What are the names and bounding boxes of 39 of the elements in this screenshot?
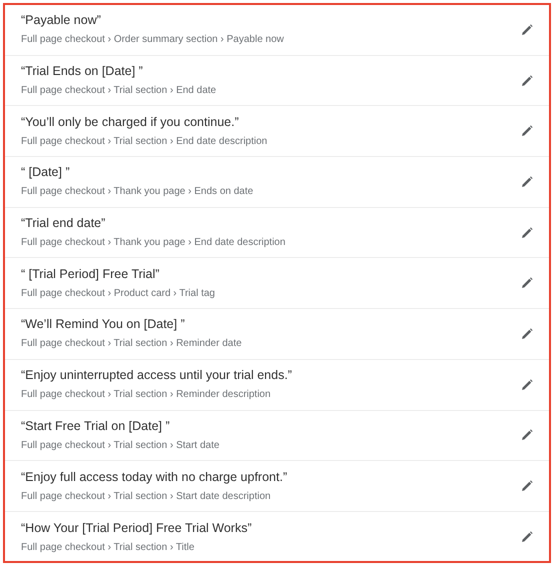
breadcrumb-path: Full page checkout › Thank you page › Ends on date <box>21 186 254 198</box>
translation-text: “Payable now” <box>21 13 102 28</box>
breadcrumb-path: Full page checkout › Trial section › End date description <box>21 136 268 148</box>
translation-text: “Trial Ends on [Date] ” <box>21 64 144 80</box>
edit-button[interactable] <box>519 22 535 38</box>
edit-button[interactable] <box>519 72 535 89</box>
pencil-icon <box>521 176 533 188</box>
translation-text: “Trial end date” <box>21 216 106 232</box>
translation-text: “Enjoy uninterrupted access until your trial ends.” <box>21 368 292 384</box>
translation-text: “You’ll only be charged if you continue.” <box>21 114 240 130</box>
edit-button[interactable] <box>519 376 535 393</box>
pencil-icon <box>521 429 533 442</box>
edit-button[interactable] <box>519 224 535 241</box>
pencil-icon <box>521 328 533 340</box>
translation-text: “How Your [Trial Period] Free Trial Works” <box>21 520 252 536</box>
translation-text: “ [Trial Period] Free Trial” <box>21 266 160 282</box>
breadcrumb-path: Full page checkout › Thank you page › End date description <box>21 237 286 250</box>
pencil-icon <box>521 226 533 239</box>
breadcrumb-path: Full page checkout › Trial section › Title <box>21 542 196 554</box>
breadcrumb-path: Full page checkout › Trial section › Reminder description <box>21 389 272 402</box>
pencil-icon <box>521 125 533 138</box>
breadcrumb-path: Full page checkout › Trial section › Start date <box>21 440 220 452</box>
translation-text: “Start Free Trial on [Date] ” <box>21 418 171 434</box>
pencil-icon <box>521 480 533 492</box>
translation-text: “Enjoy full access today with no charge upfront.” <box>21 470 288 485</box>
pencil-icon <box>521 277 533 290</box>
breadcrumb-path: Full page checkout › Product card › Trial tag <box>21 288 215 300</box>
pencil-icon <box>521 74 533 87</box>
translation-text: “ [Date] ” <box>21 165 71 180</box>
breadcrumb-path: Full page checkout › Order summary section › Payable now <box>21 34 284 46</box>
translation-text: “We’ll Remind You on [Date] ” <box>21 317 186 332</box>
pencil-icon <box>521 24 533 36</box>
breadcrumb-path: Full page checkout › Trial section › End date <box>21 85 216 98</box>
edit-button[interactable] <box>519 326 535 342</box>
pencil-icon <box>521 378 533 391</box>
pencil-icon <box>521 531 533 544</box>
edit-button[interactable] <box>519 174 535 190</box>
breadcrumb-path: Full page checkout › Trial section › Reminder date <box>21 338 242 350</box>
breadcrumb-path: Full page checkout › Trial section › Start date description <box>21 490 272 503</box>
